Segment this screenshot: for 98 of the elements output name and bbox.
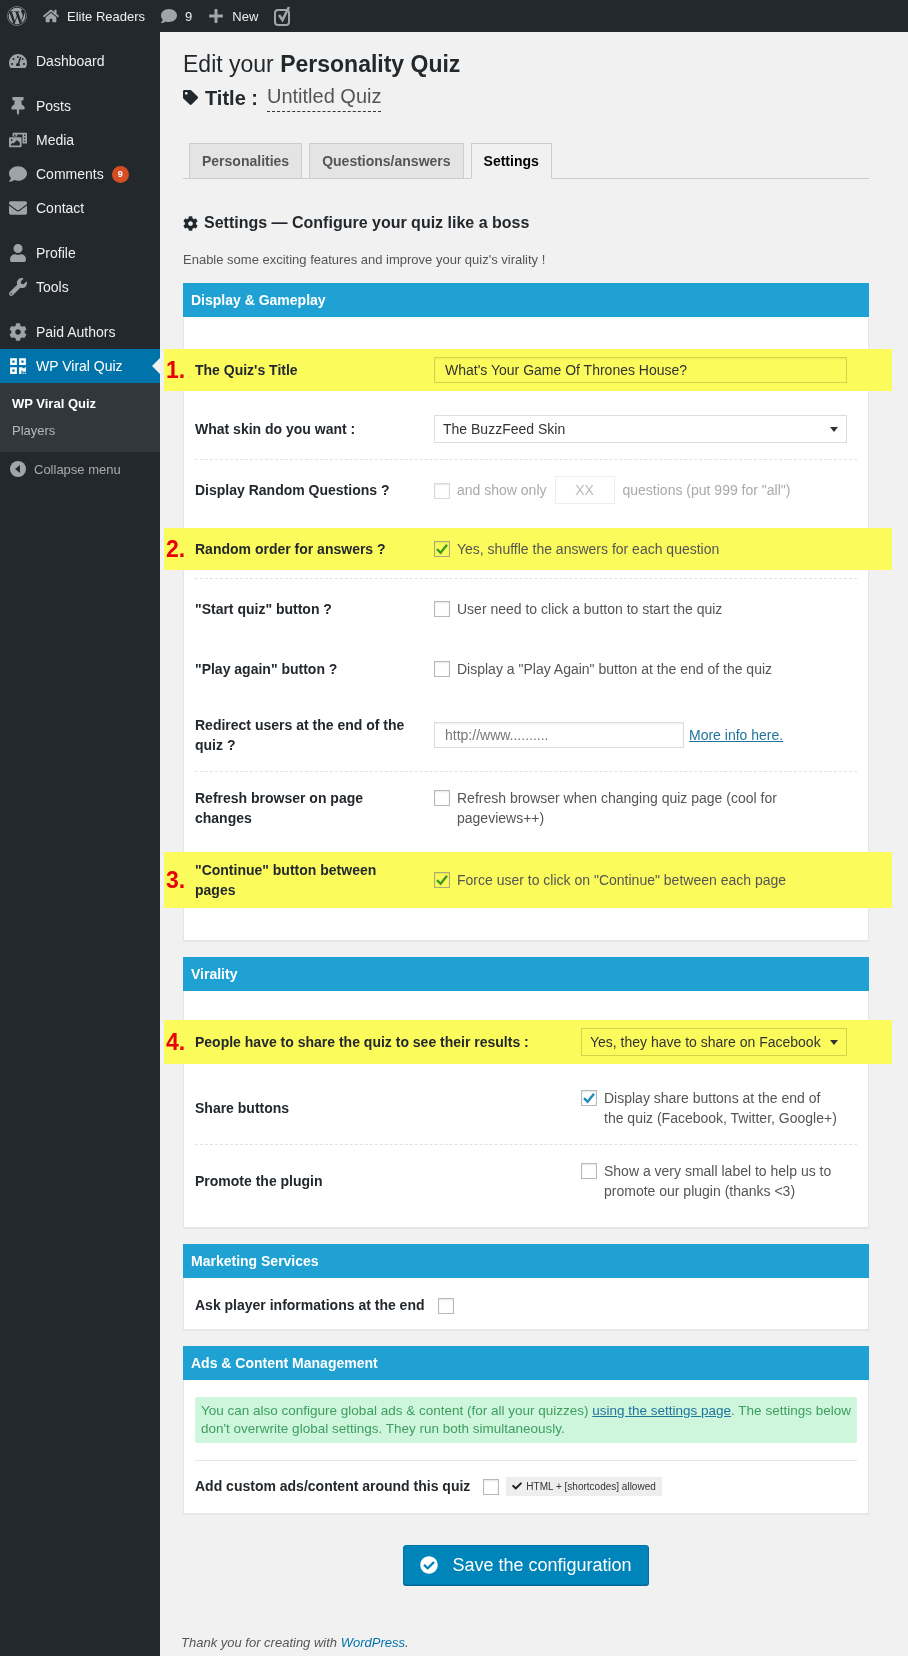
menu-item[interactable]: Posts: [0, 89, 160, 123]
option-text: Display a "Play Again" button at the end of the quiz: [457, 660, 773, 679]
field-label: Random order for answers ?: [195, 540, 387, 559]
field-label: "Start quiz" button ?: [195, 600, 333, 619]
field-label: Redirect users at the end of the quiz ?: [195, 716, 406, 755]
checkbox[interactable]: [437, 1298, 454, 1314]
footer-text: Thank you for creating with WordPress.: [181, 1634, 409, 1652]
gauge-icon: [9, 52, 27, 70]
dropdown[interactable]: Yes, they have to share on Facebook: [581, 1028, 847, 1056]
menu-item[interactable]: Contact: [0, 191, 160, 225]
pointer-arrow-icon: [152, 358, 160, 374]
field-label: "Continue" button between pages: [195, 861, 378, 900]
step-number: 1.: [166, 357, 186, 383]
field-label: Display Random Questions ?: [195, 481, 391, 500]
checkbox[interactable]: [483, 1479, 500, 1495]
panel-header: Ads & Content Management: [183, 1346, 869, 1380]
wrench-icon: [9, 278, 27, 296]
tab[interactable]: Settings: [470, 143, 552, 179]
editable-title[interactable]: Untitled Quiz: [266, 83, 382, 112]
checkbox[interactable]: [434, 661, 450, 677]
menu-item[interactable]: Paid Authors: [0, 315, 160, 349]
menu-item[interactable]: Media: [0, 123, 160, 157]
menu-item[interactable]: WP Viral Quiz: [0, 349, 160, 383]
dropdown[interactable]: The BuzzFeed Skin: [434, 415, 847, 443]
pushpin-icon: [9, 97, 27, 115]
comment-count: 9: [111, 165, 129, 183]
menu-item[interactable]: Tools: [0, 270, 160, 304]
check-icon: [583, 1092, 595, 1104]
option-text: Refresh browser when changing quiz page (cool for pageviews++): [457, 789, 778, 828]
option-text: Force user to click on "Continue" between each page: [457, 871, 787, 890]
more-info-link[interactable]: More info here.: [689, 727, 784, 743]
menu-item[interactable]: Comments 9: [0, 157, 160, 191]
speech-bubble-icon: [9, 165, 27, 183]
checkbox[interactable]: [434, 541, 450, 557]
field-label: Refresh browser on page changes: [195, 789, 365, 828]
check-icon: [512, 1481, 523, 1491]
check-icon: [436, 543, 448, 555]
wordpress-link[interactable]: WordPress: [340, 1635, 405, 1650]
speech-bubble-icon: [161, 8, 178, 24]
logo-icon[interactable]: [7, 6, 27, 26]
submenu-item[interactable]: WP Viral Quiz: [0, 390, 105, 417]
envelope-icon: [9, 199, 27, 217]
title-label: Title :: [205, 85, 258, 111]
field-label: Ask player informations at the end: [195, 1296, 425, 1315]
field-label: People have to share the quiz to see their results :: [195, 1033, 530, 1052]
step-number: 3.: [166, 867, 186, 893]
comments-link[interactable]: 9: [153, 0, 201, 32]
checkbox[interactable]: [581, 1163, 597, 1179]
option-text: questions (put 999 for "all"): [622, 481, 791, 500]
checkbox[interactable]: [434, 790, 450, 806]
step-number: 2.: [166, 536, 186, 562]
caret-icon: [830, 426, 838, 432]
option-text: Show a very small label to help us to promote our plugin (thanks <3): [604, 1162, 833, 1201]
checkbox[interactable]: [581, 1090, 597, 1106]
plus-icon: [208, 8, 225, 24]
house-icon: [43, 8, 59, 24]
tab[interactable]: Personalities: [189, 143, 303, 179]
checkbox[interactable]: [434, 872, 450, 888]
site-name-link[interactable]: Elite Readers: [35, 0, 154, 32]
option-text: Display share buttons at the end of the quiz (Facebook, Twitter, Google+): [604, 1089, 838, 1128]
option-text: User need to click a button to start the quiz: [457, 600, 723, 619]
new-content-link[interactable]: New: [200, 0, 267, 32]
qr-code-icon: [9, 357, 27, 375]
tick-box-icon[interactable]: [274, 6, 293, 26]
collapse-menu-button[interactable]: Collapse menu: [0, 452, 129, 486]
caret-icon: [830, 1039, 838, 1045]
field-label: The Quiz's Title: [195, 361, 299, 380]
person-icon: [9, 244, 27, 262]
gear-icon: [183, 215, 198, 231]
field-label: Share buttons: [195, 1099, 291, 1118]
field-label: What skin do you want :: [195, 420, 357, 439]
panel-header: Virality: [183, 957, 869, 991]
tab[interactable]: Questions/answers: [309, 143, 464, 179]
menu-item[interactable]: Dashboard: [0, 44, 160, 78]
check-icon: [436, 874, 448, 886]
step-number: 4.: [166, 1029, 186, 1055]
option-text: Yes, shuffle the answers for each question: [457, 540, 720, 559]
panel-header: Display & Gameplay: [183, 283, 869, 317]
checkbox[interactable]: [434, 601, 450, 617]
field-label: "Play again" button ?: [195, 660, 339, 679]
settings-page-link[interactable]: using the settings page: [592, 1403, 732, 1418]
tag-icon: [183, 90, 198, 105]
gear-icon: [9, 323, 27, 341]
text-field[interactable]: What's Your Game Of Thrones House?: [434, 357, 847, 383]
settings-description: Enable some exciting features and improve your quiz's virality !: [183, 251, 546, 269]
photo-video-icon: [9, 131, 27, 149]
field-label: Add custom ads/content around this quiz: [195, 1477, 471, 1496]
page-heading: Edit your Personality Quiz: [183, 50, 461, 79]
option-text: and show only: [457, 481, 547, 500]
panel-header: Marketing Services: [183, 1244, 869, 1278]
submenu-item[interactable]: Players: [0, 417, 64, 444]
menu-item[interactable]: Profile: [0, 236, 160, 270]
url-field[interactable]: http://www..........: [434, 722, 684, 748]
field-label: Promote the plugin: [195, 1172, 324, 1191]
save-button[interactable]: Save the configuration: [403, 1545, 649, 1585]
info-notice: You can also configure global ads & content (for all your quizzes) using the settings page. The settings below don't overwrite global settings. They run both simultaneously.: [195, 1397, 857, 1443]
tag-text: HTML + [shortcodes] allowed: [526, 1479, 656, 1493]
settings-heading: Settings — Configure your quiz like a boss: [204, 213, 530, 233]
